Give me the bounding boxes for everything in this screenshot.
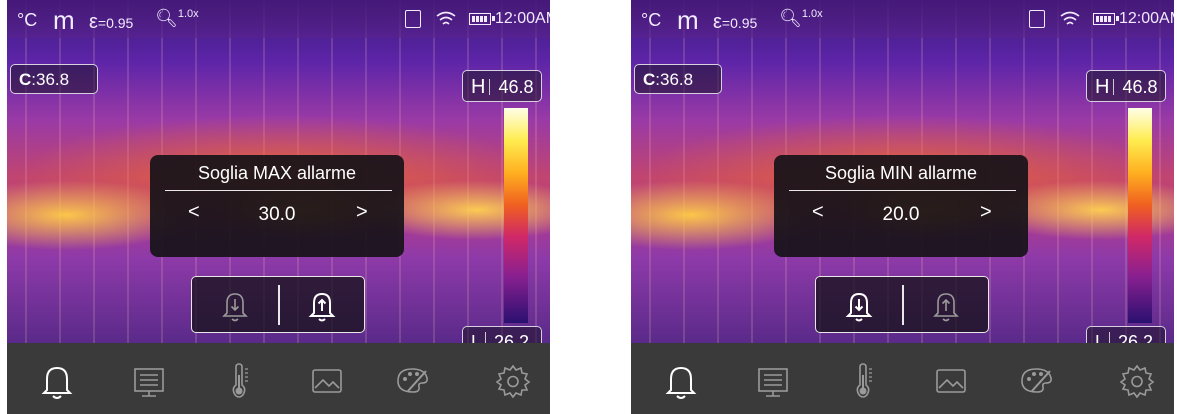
wifi-icon — [1059, 10, 1081, 28]
zoom-icon: 🔍︎ — [779, 8, 802, 28]
alarm-max-option[interactable] — [302, 285, 342, 325]
emissivity-symbol: ε — [713, 11, 722, 33]
thermometer-icon[interactable] — [843, 361, 883, 401]
zoom-icon: 🔍︎ — [155, 8, 178, 28]
alarm-max-option[interactable] — [926, 285, 966, 325]
zoom-value: 1.0x — [177, 8, 199, 20]
high-label: H — [471, 76, 486, 98]
alarm-threshold-dialog: Soglia MIN allarme < 20.0 > — [774, 155, 1028, 257]
palette-icon[interactable] — [392, 361, 432, 401]
zoom-value: 1.0x — [801, 8, 823, 20]
sd-card-icon — [1029, 10, 1045, 28]
clock: 12:00AM — [495, 10, 550, 27]
battery-icon — [1093, 13, 1119, 25]
dialog-divider — [165, 190, 392, 191]
bell-up-icon — [933, 293, 959, 322]
dialog-title: Soglia MAX allarme — [197, 163, 357, 183]
color-scale-bar — [1128, 108, 1152, 323]
clock: 12:00AM — [1119, 10, 1174, 27]
high-label: H — [1095, 76, 1110, 98]
bell-down-icon — [222, 293, 248, 322]
center-temp-readout: C:36.8 — [634, 64, 722, 94]
alarm-type-selector — [815, 276, 989, 333]
thermal-screen-min: °C m ε=0.95 🔍︎1.0x 12:00AM C:36.8 H46.8 … — [631, 0, 1174, 414]
sd-card-icon — [405, 10, 421, 28]
bell-up-icon — [308, 292, 336, 322]
zoom-readout: 🔍︎1.0x — [779, 8, 823, 29]
center-label: C — [643, 70, 656, 89]
alarm-threshold-dialog: Soglia MAX allarme < 30.0 > — [150, 155, 404, 257]
alarm-bell-icon[interactable] — [37, 361, 77, 401]
battery-icon — [469, 13, 495, 25]
dialog-divider — [789, 190, 1016, 191]
center-label: C — [19, 70, 32, 89]
settings-gear-icon[interactable] — [493, 361, 533, 401]
center-value: :36.8 — [31, 70, 70, 89]
selector-divider — [902, 285, 904, 325]
display-icon[interactable] — [129, 361, 169, 401]
display-icon[interactable] — [753, 361, 793, 401]
center-value: :36.8 — [655, 70, 694, 89]
emissivity-value: =0.95 — [721, 15, 758, 31]
alarm-min-option[interactable] — [839, 285, 879, 325]
zoom-readout: 🔍︎1.0x — [155, 8, 199, 29]
high-temp-readout: H 46.8 — [462, 70, 542, 102]
color-scale-bar — [504, 108, 528, 323]
bottom-menu — [7, 343, 550, 414]
unit-label: °C — [641, 10, 662, 30]
palette-icon[interactable] — [1016, 361, 1056, 401]
unit-label: °C — [17, 10, 38, 30]
emissivity-symbol: ε — [89, 11, 98, 33]
emissivity-readout: ε=0.95 — [713, 11, 757, 34]
bottom-menu — [631, 343, 1174, 414]
thermometer-icon[interactable] — [219, 361, 259, 401]
alarm-bell-icon[interactable] — [661, 361, 701, 401]
wifi-icon — [435, 10, 457, 28]
settings-gear-icon[interactable] — [1117, 361, 1157, 401]
emissivity-value: =0.95 — [97, 15, 134, 31]
increase-arrow-button[interactable]: > — [980, 201, 992, 224]
center-temp-readout: C:36.8 — [10, 64, 98, 94]
high-value: 46.8 — [1122, 77, 1158, 97]
alarm-min-option[interactable] — [215, 285, 255, 325]
mode-label: m — [53, 5, 75, 35]
bell-down-icon — [845, 292, 873, 322]
status-bar: °C m ε=0.95 🔍︎1.0x 12:00AM — [631, 0, 1174, 38]
status-bar: °C m ε=0.95 🔍︎1.0x 12:00AM — [7, 0, 550, 38]
dialog-title: Soglia MIN allarme — [824, 163, 978, 183]
increase-arrow-button[interactable]: > — [356, 201, 368, 224]
thermal-screen-max: °C m ε=0.95 🔍︎1.0x 12:00AM C:36.8 H46.8 … — [7, 0, 550, 414]
high-value: 46.8 — [498, 77, 534, 97]
high-temp-readout: H 46.8 — [1086, 70, 1166, 102]
emissivity-readout: ε=0.95 — [89, 11, 133, 34]
image-icon[interactable] — [931, 361, 971, 401]
image-icon[interactable] — [307, 361, 347, 401]
mode-label: m — [677, 5, 699, 35]
alarm-type-selector — [191, 276, 365, 333]
selector-divider — [278, 285, 280, 325]
